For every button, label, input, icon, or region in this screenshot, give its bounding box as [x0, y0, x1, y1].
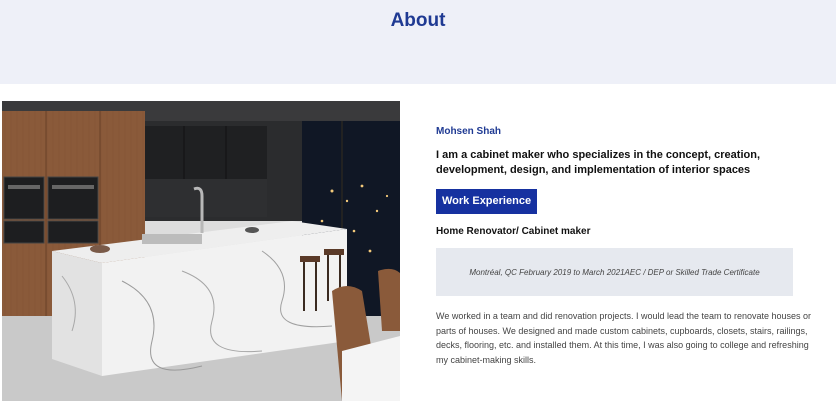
page-title: About: [390, 10, 446, 31]
job-role: Home Renovator/ Cabinet maker: [436, 226, 591, 237]
job-description: We worked in a team and did renovation p…: [436, 311, 812, 365]
about-header: About: [0, 0, 836, 84]
kitchen-photo: [2, 101, 400, 401]
profile-name: Mohsen Shah: [436, 126, 502, 137]
certificate-text: Montréal, QC February 2019 to March 2021…: [469, 267, 760, 277]
work-experience-button[interactable]: Work Experience: [436, 189, 538, 214]
profile-headline: I am a cabinet maker who specializes in …: [436, 149, 761, 176]
certificate-box: Montréal, QC February 2019 to March 2021…: [436, 248, 793, 296]
